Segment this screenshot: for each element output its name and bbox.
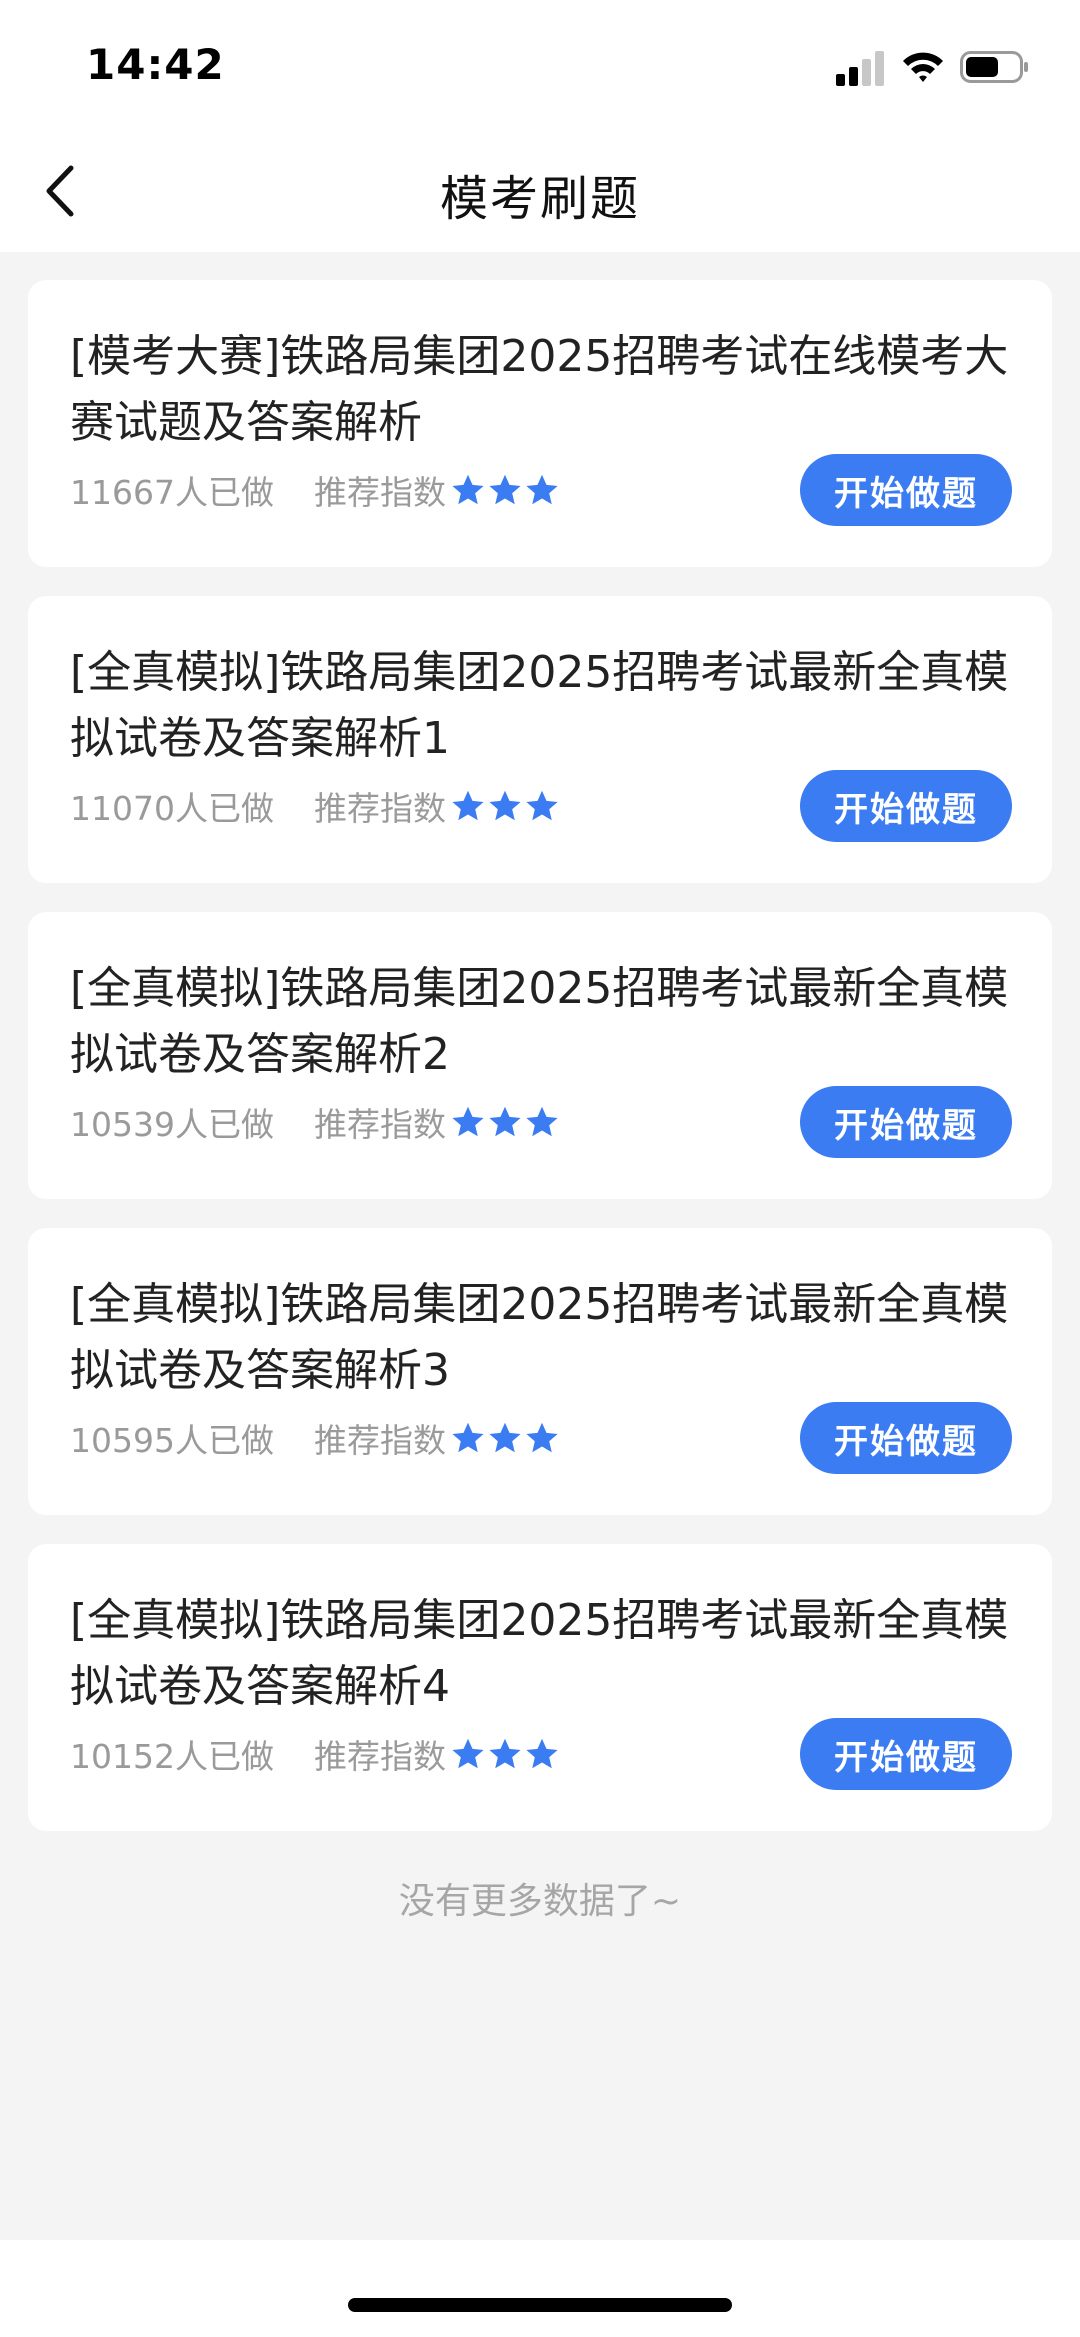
exam-meta: 11070人已做 推荐指数 (70, 781, 561, 831)
star-icon (526, 1106, 558, 1137)
battery-icon (960, 51, 1028, 83)
star-icon (526, 1422, 558, 1453)
exam-meta: 11667人已做 推荐指数 (70, 465, 561, 515)
attempt-count: 10539人已做 (70, 1105, 274, 1144)
status-time: 14:42 (86, 40, 225, 89)
start-button[interactable]: 开始做题 (800, 770, 1012, 842)
exam-meta: 10152人已做 推荐指数 (70, 1729, 561, 1779)
star-rating (450, 1104, 561, 1140)
exam-card[interactable]: [全真模拟]铁路局集团2025招聘考试最新全真模拟试卷及答案解析1 11070人… (28, 596, 1052, 883)
nav-bar: 模考刷题 (0, 135, 1080, 252)
status-bar: 14:42 (0, 0, 1080, 135)
header: 14:42 模考刷题 (0, 0, 1080, 252)
star-icon (489, 474, 521, 505)
star-icon (452, 474, 484, 505)
star-icon (489, 790, 521, 821)
recommendation-label: 推荐指数 (313, 789, 446, 828)
exam-card[interactable]: [模考大赛]铁路局集团2025招聘考试在线模考大赛试题及答案解析 11667人已… (28, 280, 1052, 567)
attempt-count: 11667人已做 (70, 473, 274, 512)
recommendation: 推荐指数 (314, 782, 561, 830)
star-rating (450, 1736, 561, 1772)
wifi-icon (903, 52, 943, 82)
star-icon (452, 1422, 484, 1453)
star-icon (489, 1738, 521, 1769)
start-button[interactable]: 开始做题 (800, 454, 1012, 526)
exam-meta: 10539人已做 推荐指数 (70, 1097, 561, 1147)
attempt-count: 10595人已做 (70, 1421, 274, 1460)
star-icon (489, 1422, 521, 1453)
star-rating (450, 472, 561, 508)
recommendation: 推荐指数 (314, 466, 561, 514)
start-button[interactable]: 开始做题 (800, 1086, 1012, 1158)
bottom-safe-area (0, 2240, 1080, 2337)
star-rating (450, 1420, 561, 1456)
exam-card[interactable]: [全真模拟]铁路局集团2025招聘考试最新全真模拟试卷及答案解析2 10539人… (28, 912, 1052, 1199)
exam-card[interactable]: [全真模拟]铁路局集团2025招聘考试最新全真模拟试卷及答案解析4 10152人… (28, 1544, 1052, 1831)
recommendation: 推荐指数 (314, 1098, 561, 1146)
exam-meta: 10595人已做 推荐指数 (70, 1413, 561, 1463)
star-icon (452, 1738, 484, 1769)
recommendation-label: 推荐指数 (313, 1737, 446, 1776)
exam-title: [全真模拟]铁路局集团2025招聘考试最新全真模拟试卷及答案解析2 (70, 963, 1009, 1080)
recommendation-label: 推荐指数 (313, 1421, 446, 1460)
no-more-data-text: 没有更多数据了~ (398, 1881, 682, 1922)
start-button[interactable]: 开始做题 (800, 1402, 1012, 1474)
recommendation: 推荐指数 (314, 1730, 561, 1778)
home-indicator[interactable] (348, 2298, 732, 2312)
exam-title: [全真模拟]铁路局集团2025招聘考试最新全真模拟试卷及答案解析4 (70, 1595, 1009, 1712)
star-icon (452, 790, 484, 821)
star-icon (526, 1738, 558, 1769)
exam-title: [全真模拟]铁路局集团2025招聘考试最新全真模拟试卷及答案解析1 (70, 647, 1009, 764)
page-title: 模考刷题 (439, 171, 640, 227)
star-icon (526, 474, 558, 505)
exam-title: [模考大赛]铁路局集团2025招聘考试在线模考大赛试题及答案解析 (70, 331, 1009, 448)
recommendation: 推荐指数 (314, 1414, 561, 1462)
star-icon (526, 790, 558, 821)
attempt-count: 11070人已做 (70, 789, 274, 828)
recommendation-label: 推荐指数 (313, 1105, 446, 1144)
exam-title: [全真模拟]铁路局集团2025招聘考试最新全真模拟试卷及答案解析3 (70, 1279, 1009, 1396)
cellular-signal-icon (836, 51, 884, 86)
star-icon (452, 1106, 484, 1137)
start-button[interactable]: 开始做题 (800, 1718, 1012, 1790)
attempt-count: 10152人已做 (70, 1737, 274, 1776)
star-rating (450, 788, 561, 824)
exam-card[interactable]: [全真模拟]铁路局集团2025招聘考试最新全真模拟试卷及答案解析3 10595人… (28, 1228, 1052, 1515)
exam-list: [模考大赛]铁路局集团2025招聘考试在线模考大赛试题及答案解析 11667人已… (28, 280, 1052, 1860)
recommendation-label: 推荐指数 (313, 473, 446, 512)
star-icon (489, 1106, 521, 1137)
